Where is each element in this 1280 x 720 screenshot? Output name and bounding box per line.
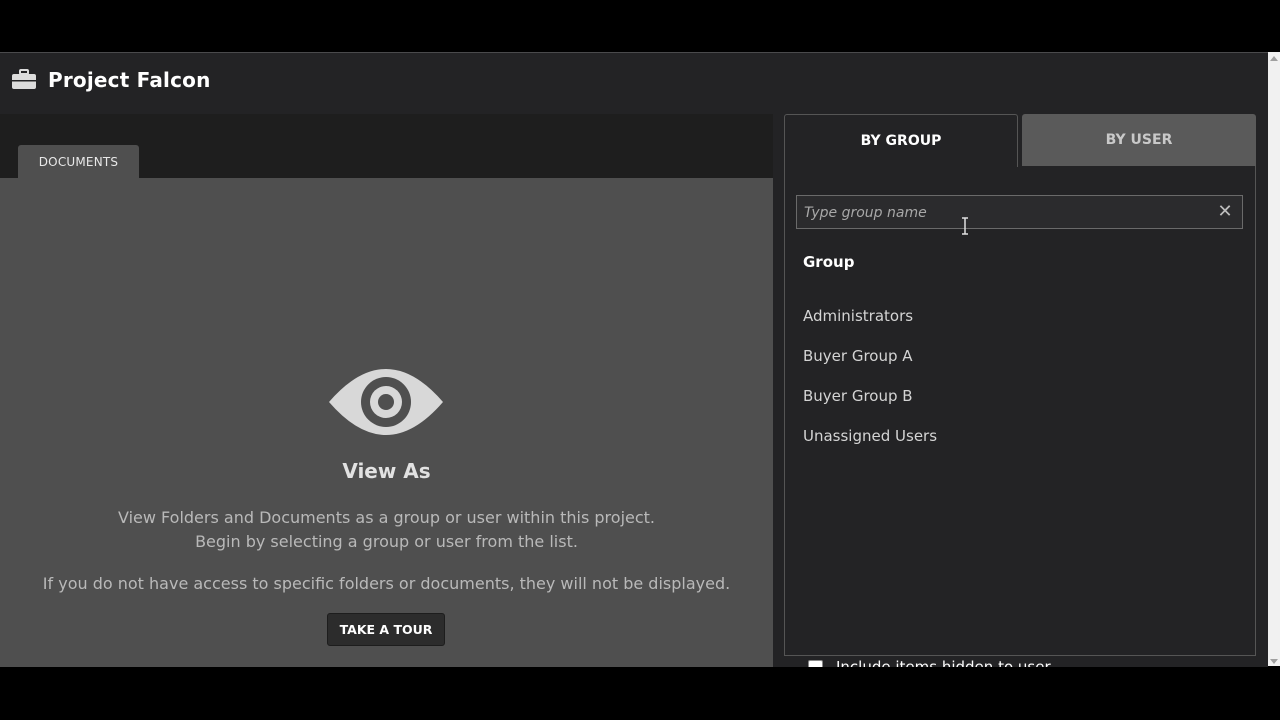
scroll-down-icon[interactable] bbox=[1270, 659, 1278, 664]
group-column-header: Group bbox=[803, 253, 855, 271]
group-item-buyer-group-a[interactable]: Buyer Group A bbox=[803, 336, 1233, 376]
view-as-selector: BY GROUP BY USER ✕ Group Administrators … bbox=[784, 114, 1256, 667]
group-item-administrators[interactable]: Administrators bbox=[803, 296, 1233, 336]
include-hidden-row: Include items hidden to user bbox=[808, 658, 1051, 667]
briefcase-icon bbox=[12, 69, 36, 89]
group-item-buyer-group-b[interactable]: Buyer Group B bbox=[803, 376, 1233, 416]
description-line-1: View Folders and Documents as a group or… bbox=[117, 508, 656, 527]
take-a-tour-button[interactable]: TAKE A TOUR bbox=[327, 613, 445, 646]
document-tabs-bar: DOCUMENTS bbox=[0, 114, 773, 178]
clear-icon[interactable]: ✕ bbox=[1216, 202, 1234, 222]
group-search: ✕ bbox=[796, 195, 1243, 230]
view-as-panel: View As View Folders and Documents as a … bbox=[0, 178, 773, 667]
tab-by-group[interactable]: BY GROUP bbox=[784, 114, 1018, 167]
group-item-unassigned-users[interactable]: Unassigned Users bbox=[803, 416, 1233, 456]
pane-divider bbox=[773, 114, 784, 667]
include-hidden-label: Include items hidden to user bbox=[836, 658, 1051, 667]
app-window: Project Falcon DOCUMENTS View As View Fo… bbox=[0, 52, 1268, 667]
group-search-input[interactable] bbox=[797, 196, 1206, 230]
eye-icon bbox=[329, 369, 443, 435]
scroll-up-icon[interactable] bbox=[1270, 56, 1278, 61]
view-as-title: View As bbox=[342, 459, 431, 483]
include-hidden-checkbox[interactable] bbox=[808, 659, 823, 667]
tab-by-user[interactable]: BY USER bbox=[1022, 114, 1256, 166]
tab-documents[interactable]: DOCUMENTS bbox=[18, 145, 139, 178]
scrollbar[interactable] bbox=[1268, 52, 1280, 666]
description-line-2: Begin by selecting a group or user from … bbox=[195, 532, 578, 551]
header: Project Falcon bbox=[0, 53, 1268, 113]
access-note: If you do not have access to specific fo… bbox=[42, 574, 731, 593]
project-title: Project Falcon bbox=[48, 68, 211, 92]
group-list: Administrators Buyer Group A Buyer Group… bbox=[803, 296, 1233, 456]
text-cursor-icon bbox=[962, 217, 968, 235]
